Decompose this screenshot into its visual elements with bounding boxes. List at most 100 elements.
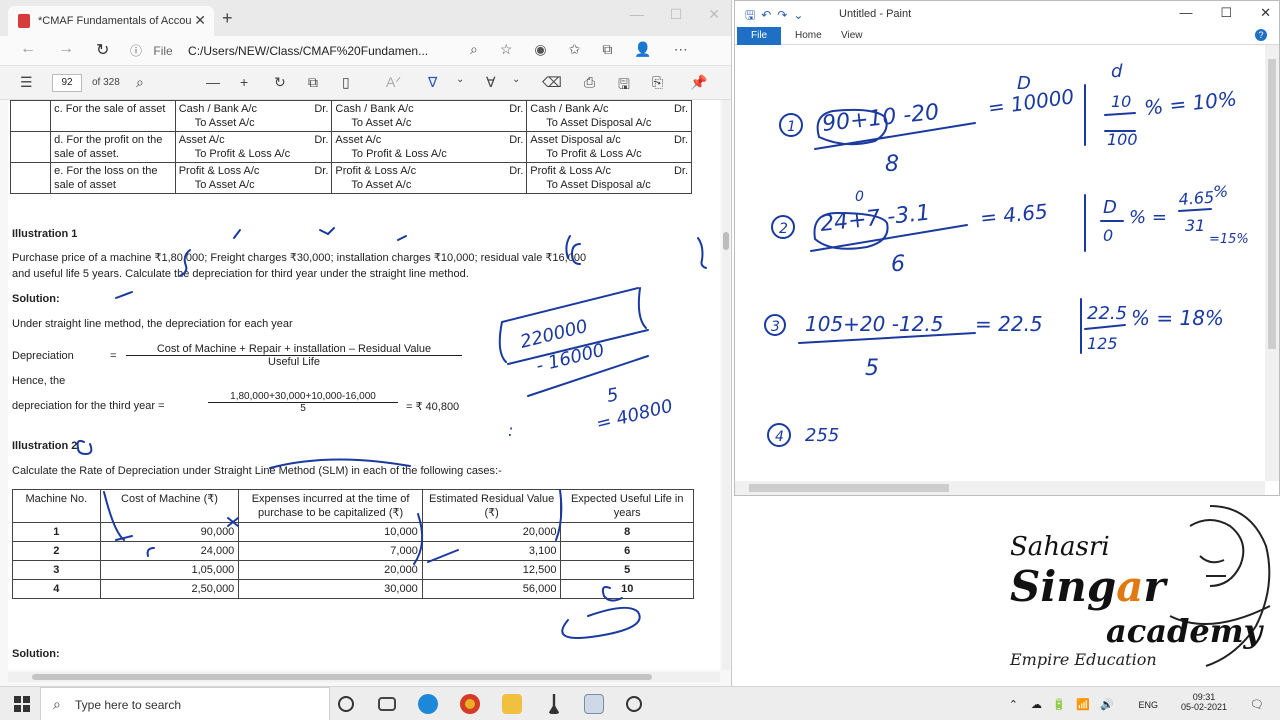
draw-icon[interactable]: ∇: [428, 74, 437, 91]
ink-tick-1: [233, 229, 241, 239]
logo-line-1: Sahasri: [1010, 532, 1110, 562]
ribbon-tab-file[interactable]: File: [737, 27, 782, 45]
more-icon[interactable]: ⋯: [674, 41, 688, 58]
note-2-frac2-line: [1178, 208, 1212, 212]
obs-recorder-icon[interactable]: [626, 696, 642, 712]
taskbar-search-box[interactable]: ⌕ Type here to search: [40, 687, 330, 720]
network-icon[interactable]: 📶: [1076, 698, 1090, 711]
task-view-icon[interactable]: [378, 697, 396, 711]
note-3-frac-num: 22.5: [1087, 303, 1127, 324]
chrome-browser-icon[interactable]: [460, 694, 480, 714]
clock[interactable]: 09:31 05-02-2021: [1174, 692, 1234, 712]
paint-horizontal-scrollbar[interactable]: [735, 481, 1265, 495]
maximize-button[interactable]: ☐: [670, 6, 683, 23]
tray-expand-icon[interactable]: ⌃: [1009, 698, 1018, 711]
edge-browser-icon[interactable]: [418, 694, 438, 714]
language-indicator[interactable]: ENG: [1138, 700, 1158, 710]
note-1-letter-D: D: [1017, 73, 1031, 94]
windows-start-icon[interactable]: [14, 696, 30, 712]
browser-tab-pdf[interactable]: *CMAF Fundamentals of Accou ✕: [8, 6, 214, 36]
close-window-button[interactable]: ✕: [708, 6, 720, 23]
draw-menu-chevron-icon[interactable]: ⌄: [456, 74, 464, 85]
paint-canvas[interactable]: 1 90+10 -20 8 = 10000 D d 10 100 % = 10%…: [735, 45, 1265, 481]
info-icon[interactable]: ⓘ: [130, 44, 142, 58]
page-view-icon[interactable]: ▯: [342, 74, 350, 91]
note-4-expression: 255: [805, 425, 839, 446]
paint-title: Untitled - Paint: [839, 8, 912, 20]
note-3-middle: = 22.5: [975, 312, 1043, 336]
handwritten-notes: 1 90+10 -20 8 = 10000 D d 10 100 % = 10%…: [764, 61, 1249, 447]
extension-icon[interactable]: ◉: [534, 41, 546, 58]
favorite-icon[interactable]: ☆: [500, 41, 513, 58]
save-icon[interactable]: 🖫: [618, 74, 630, 98]
note-2-zero: 0: [855, 189, 864, 205]
pdf-hscroll-thumb[interactable]: [32, 674, 652, 680]
volume-icon[interactable]: 🔊: [1100, 698, 1114, 711]
fit-page-icon[interactable]: ⧉: [308, 74, 318, 91]
read-aloud-icon[interactable]: Aᐟ: [386, 74, 401, 91]
address-bar: ← → ↻ ⓘ File C:/Users/NEW/Class/CMAF%20F…: [0, 36, 731, 66]
paint-maximize-button[interactable]: ☐: [1220, 5, 1232, 21]
new-tab-button[interactable]: +: [222, 8, 233, 29]
paint-vertical-scrollbar[interactable]: [1265, 45, 1279, 481]
note-2-label: 2: [779, 221, 788, 237]
forward-button[interactable]: →: [58, 40, 74, 58]
ink-bracket-open: [179, 249, 191, 277]
url-text: C:/Users/NEW/Class/CMAF%20Fundamen...: [188, 44, 429, 58]
erase-icon[interactable]: ⌫: [542, 74, 562, 91]
paint-app-icon[interactable]: [584, 694, 604, 714]
profile-icon[interactable]: 👤: [634, 41, 651, 58]
ink-circle-2: [76, 439, 93, 456]
favorites-icon[interactable]: ✩: [569, 41, 581, 58]
close-tab-icon[interactable]: ✕: [194, 12, 206, 29]
save-as-icon[interactable]: ⎘: [652, 74, 663, 91]
cortana-icon[interactable]: [338, 696, 354, 712]
refresh-button[interactable]: ↻: [96, 40, 109, 60]
pdf-horizontal-scrollbar[interactable]: [8, 672, 720, 682]
ink-cross: [227, 517, 239, 527]
zoom-out-icon[interactable]: —: [206, 74, 220, 90]
contents-icon[interactable]: ☰: [20, 74, 33, 91]
academy-logo: Sahasri Singar academy Empire Education: [1000, 496, 1280, 686]
url-field[interactable]: ⓘ File C:/Users/NEW/Class/CMAF%20Fundame…: [130, 42, 428, 59]
logo-tagline: Empire Education: [1010, 650, 1157, 669]
paint-close-button[interactable]: ✕: [1260, 5, 1271, 21]
collections-icon[interactable]: ⧉: [602, 41, 612, 58]
minimize-button[interactable]: —: [630, 6, 644, 23]
help-icon[interactable]: ?: [1255, 29, 1267, 41]
ink-colon: :: [508, 421, 513, 440]
page-number-input[interactable]: 92: [52, 74, 82, 92]
pin-toolbar-icon[interactable]: 📌: [690, 74, 707, 91]
note-2-percent: % =: [1129, 207, 1167, 228]
ribbon-tab-view[interactable]: View: [827, 27, 877, 45]
find-icon[interactable]: ⌕: [136, 74, 144, 91]
note-1-middle: = 10000: [986, 84, 1075, 120]
quick-access-toolbar[interactable]: 🖫↶↷⌄: [745, 6, 809, 27]
highlight-menu-chevron-icon[interactable]: ⌄: [512, 74, 520, 85]
paint-vscroll-thumb[interactable]: [1268, 59, 1276, 349]
pdf-ink-annotations: 220000 - 16000 5 = 40800 :: [76, 227, 707, 639]
notifications-icon[interactable]: 🗨: [1250, 698, 1264, 711]
logo-line-3: academy: [1106, 612, 1263, 650]
onedrive-icon[interactable]: ☁: [1031, 698, 1042, 711]
pdf-page: c. For the sale of asset Cash / Bank A/c D…: [8, 100, 720, 670]
print-icon[interactable]: ⎙: [584, 74, 595, 91]
pdf-toolbar: ☰ ⌕ — + ↻ ⧉ ▯ Aᐟ ∇ ⌄ ∀ ⌄ ⌫ ⎙ 🖫 ⎘ 📌 92 of…: [0, 66, 731, 100]
highlight-icon[interactable]: ∀: [486, 74, 496, 91]
pdf-vertical-scrollbar[interactable]: [722, 100, 730, 670]
zoom-icon[interactable]: ⌕: [470, 41, 478, 58]
note-2-frac2-den: 31: [1185, 216, 1205, 235]
pen-tool-icon[interactable]: [548, 694, 560, 714]
note-1-frac-a: 10: [1111, 92, 1131, 111]
ink-mark-a: [103, 491, 133, 541]
note-4-label: 4: [775, 429, 784, 445]
note-1-frac-lines: [1104, 112, 1136, 132]
paint-minimize-button[interactable]: —: [1179, 5, 1192, 21]
paint-hscroll-thumb[interactable]: [749, 484, 949, 492]
zoom-in-icon[interactable]: +: [240, 74, 248, 90]
pdf-scroll-thumb[interactable]: [723, 232, 729, 250]
rotate-icon[interactable]: ↻: [274, 74, 286, 91]
file-explorer-icon[interactable]: [502, 694, 522, 714]
battery-icon[interactable]: 🔋: [1052, 698, 1066, 711]
back-button[interactable]: ←: [20, 40, 36, 58]
